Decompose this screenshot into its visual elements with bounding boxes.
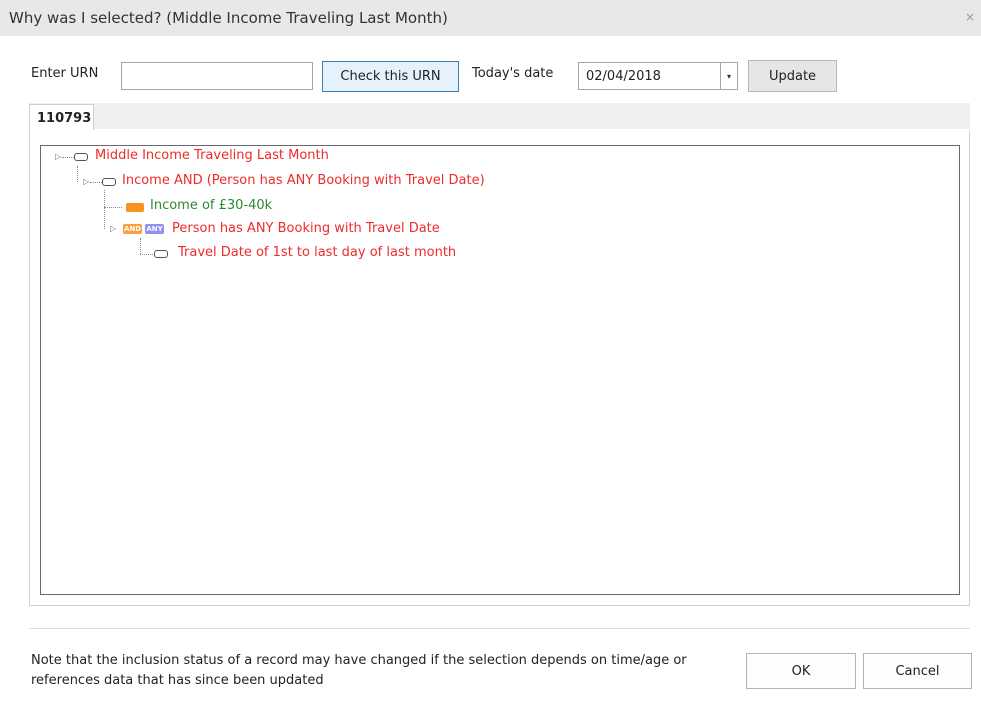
footer-note: Note that the inclusion status of a reco… <box>31 653 687 688</box>
condition-icon <box>102 178 116 186</box>
update-button[interactable]: Update <box>748 60 837 92</box>
tree-connector <box>140 254 153 255</box>
any-badge-icon: ANY <box>145 224 164 234</box>
condition-icon <box>74 153 88 161</box>
expand-icon[interactable]: ▷ <box>55 153 61 161</box>
check-urn-button[interactable]: Check this URN <box>322 61 459 92</box>
expand-icon[interactable]: ▷ <box>110 225 116 233</box>
ok-button[interactable]: OK <box>746 653 856 689</box>
tree-node-label[interactable]: Person has ANY Booking with Travel Date <box>172 221 440 236</box>
dropdown-arrow-icon[interactable]: ▾ <box>720 63 737 89</box>
tree-connector <box>62 157 74 158</box>
title-bar: Why was I selected? (Middle Income Trave… <box>0 0 981 36</box>
tab-record[interactable]: 110793 <box>29 104 94 131</box>
date-picker[interactable]: 02/04/2018 ▾ <box>578 62 738 90</box>
tree-node-label[interactable]: Travel Date of 1st to last day of last m… <box>178 245 456 260</box>
tree-connector <box>104 190 105 207</box>
tree-connector <box>77 166 78 182</box>
footer-divider <box>29 628 970 629</box>
tree-node-label[interactable]: Income AND (Person has ANY Booking with … <box>122 173 485 188</box>
condition-icon <box>154 250 168 258</box>
date-label: Today's date <box>472 66 554 81</box>
tree-node-label[interactable]: Middle Income Traveling Last Month <box>95 148 329 163</box>
filled-condition-icon <box>126 203 144 212</box>
tree-connector <box>90 182 102 183</box>
tab-strip <box>29 103 970 129</box>
tree-connector <box>104 207 105 229</box>
date-value: 02/04/2018 <box>586 69 661 84</box>
tree-connector <box>104 207 122 208</box>
tree-connector <box>140 238 141 254</box>
urn-input[interactable] <box>121 62 313 90</box>
urn-label: Enter URN <box>31 66 99 81</box>
expand-icon[interactable]: ▷ <box>83 178 89 186</box>
close-icon[interactable]: × <box>965 9 975 25</box>
cancel-button[interactable]: Cancel <box>863 653 972 689</box>
window-title: Why was I selected? (Middle Income Trave… <box>9 9 448 27</box>
and-badge-icon: AND <box>123 224 142 234</box>
tree-node-label[interactable]: Income of £30-40k <box>150 198 272 213</box>
